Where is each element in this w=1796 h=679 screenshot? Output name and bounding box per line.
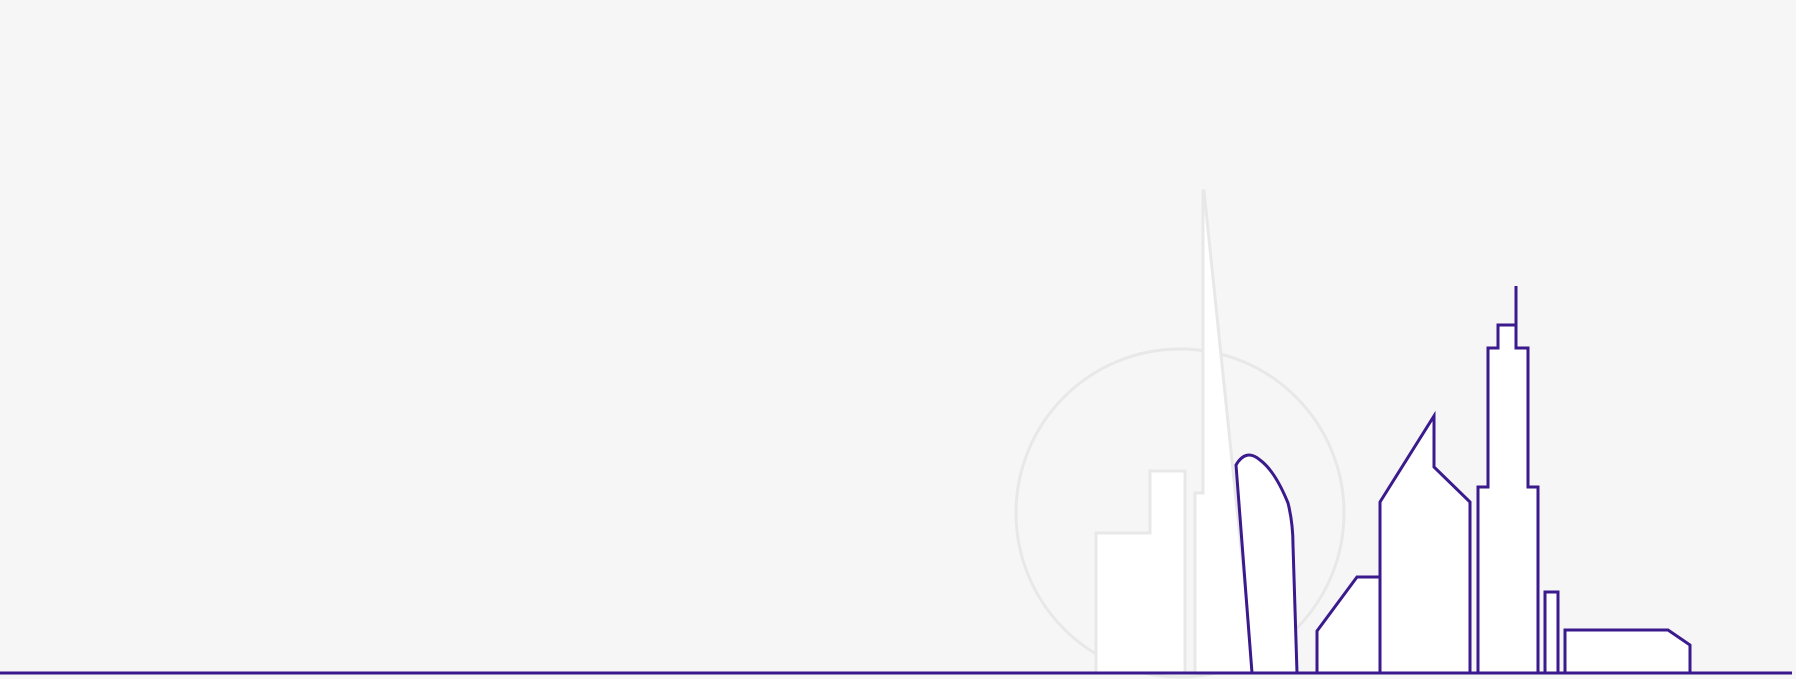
building-thin-pillar bbox=[1543, 590, 1560, 675]
city-skyline-illustration bbox=[0, 189, 1792, 679]
faded-building-low bbox=[1094, 469, 1187, 675]
hero-illustration-area bbox=[0, 0, 1796, 679]
building-long-low bbox=[1563, 628, 1692, 675]
building-pointed-tower bbox=[1378, 410, 1472, 675]
building-stepped-small bbox=[1315, 575, 1382, 675]
building-skyscraper bbox=[1476, 323, 1540, 675]
primary-buildings bbox=[1234, 286, 1692, 675]
faded-buildings bbox=[1094, 189, 1256, 675]
